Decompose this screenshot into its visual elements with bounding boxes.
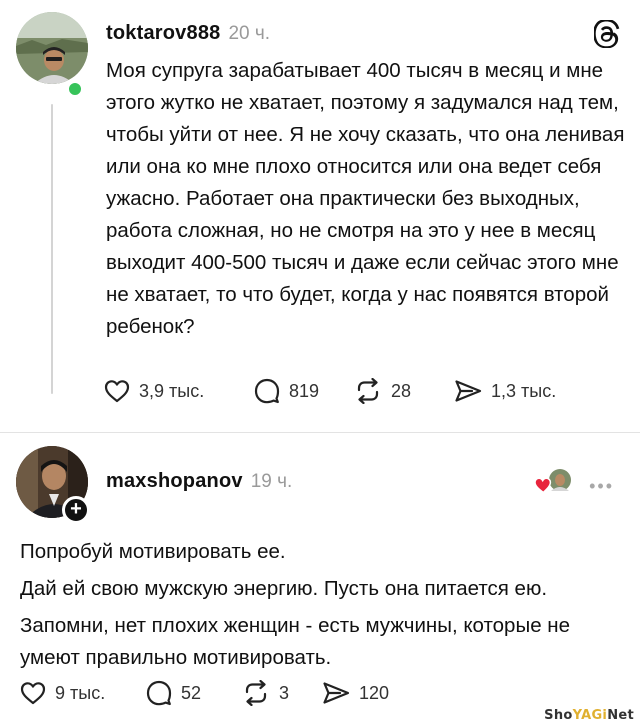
more-options-button[interactable]: ••• xyxy=(589,476,614,497)
post-divider xyxy=(0,432,640,433)
author-liked-indicator xyxy=(534,466,574,496)
post2-username[interactable]: maxshopanov xyxy=(106,470,243,493)
post1-text: Моя супруга зарабатывает 400 тысяч в мес… xyxy=(106,59,625,338)
post1-like-button[interactable]: 3,9 тыс. xyxy=(104,379,254,403)
watermark-part2: YAGi xyxy=(572,708,608,723)
post1-share-count: 1,3 тыс. xyxy=(491,380,557,401)
post2-like-button[interactable]: 9 тыс. xyxy=(20,681,146,705)
repost-icon xyxy=(242,680,270,706)
post1-share-button[interactable]: 1,3 тыс. xyxy=(454,379,556,403)
post1-username[interactable]: toktarov888 xyxy=(106,22,220,45)
post1-header: toktarov888 20 ч. xyxy=(106,22,270,45)
post2-header: maxshopanov 19 ч. xyxy=(106,470,292,493)
post2-actions: 9 тыс. 52 3 120 xyxy=(20,680,389,706)
post1-comment-button[interactable]: 819 xyxy=(254,378,354,404)
post2-paragraph: Попробуй мотивировать ее. xyxy=(20,540,286,563)
comment-icon xyxy=(146,680,172,706)
post2-repost-button[interactable]: 3 xyxy=(242,680,322,706)
heart-icon xyxy=(534,477,552,494)
post1-repost-count: 28 xyxy=(391,380,412,401)
post2-paragraph: Запомни, нет плохих женщин - есть мужчин… xyxy=(20,614,571,669)
threads-logo-icon xyxy=(593,19,620,49)
post2-repost-count: 3 xyxy=(279,682,290,703)
plus-icon: + xyxy=(70,498,82,520)
online-status-indicator xyxy=(66,80,84,98)
post1-repost-button[interactable]: 28 xyxy=(354,378,454,404)
post2-share-count: 120 xyxy=(359,682,390,703)
post2-comment-count: 52 xyxy=(181,682,202,703)
watermark-part1: Sho xyxy=(544,708,573,723)
avatar-toktarov888[interactable] xyxy=(16,12,88,84)
share-icon xyxy=(454,379,482,403)
share-icon xyxy=(322,681,350,705)
post1-actions: 3,9 тыс. 819 28 1,3 тыс. xyxy=(104,378,556,404)
post1-time: 20 ч. xyxy=(228,23,271,44)
post2-share-button[interactable]: 120 xyxy=(322,681,389,705)
repost-icon xyxy=(354,378,382,404)
thread-line xyxy=(51,104,53,394)
heart-icon xyxy=(20,681,46,705)
watermark: ShoYAGiNet xyxy=(544,708,634,723)
post1-like-count: 3,9 тыс. xyxy=(139,380,205,401)
post2-paragraph: Дай ей свою мужскую энергию. Пусть она п… xyxy=(20,577,548,600)
post2-like-count: 9 тыс. xyxy=(55,682,106,703)
post2-text: Попробуй мотивировать ее. Дай ей свою му… xyxy=(20,536,630,679)
comment-icon xyxy=(254,378,280,404)
heart-icon xyxy=(104,379,130,403)
post2-comment-button[interactable]: 52 xyxy=(146,680,242,706)
watermark-part3: Net xyxy=(607,708,634,723)
post1-comment-count: 819 xyxy=(289,380,320,401)
post2-time: 19 ч. xyxy=(250,471,293,492)
follow-plus-button[interactable]: + xyxy=(62,496,90,524)
